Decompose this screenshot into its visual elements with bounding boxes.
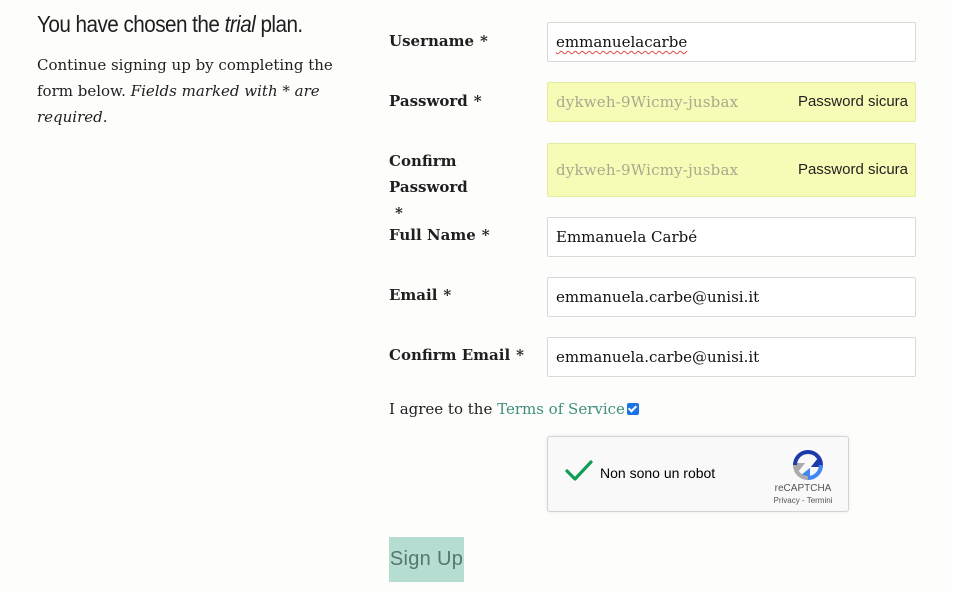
sign-up-button[interactable]: Sign Up — [389, 537, 464, 582]
required-marker: * — [395, 204, 403, 222]
password-label: Password * — [389, 88, 539, 114]
confirm-password-strength-hint[interactable]: Password sicura — [785, 144, 908, 196]
required-marker: * — [481, 226, 490, 244]
tos-row: I agree to the Terms of Service — [389, 396, 639, 422]
recaptcha-logo-icon — [792, 450, 824, 481]
full-name-label: Full Name * — [389, 222, 539, 248]
email-field[interactable]: emmanuela.carbe@unisi.it — [547, 277, 916, 317]
recaptcha-links[interactable]: Privacy - Termini — [768, 496, 838, 505]
required-marker: * — [516, 346, 525, 364]
terms-of-service-link[interactable]: Terms of Service — [497, 400, 625, 418]
confirm-password-label: Confirm Password * — [389, 148, 539, 226]
page-title: You have chosen the trial plan. — [37, 8, 307, 40]
checkmark-icon[interactable] — [564, 459, 594, 483]
confirm-email-label: Confirm Email * — [389, 342, 539, 368]
intro-section: You have chosen the trial plan. Continue… — [37, 8, 337, 130]
password-strength-hint[interactable]: Password sicura — [785, 83, 908, 121]
email-label: Email * — [389, 282, 539, 308]
required-marker: * — [480, 32, 488, 50]
recaptcha-label: Non sono un robot — [600, 465, 716, 481]
confirm-email-label-text: Confirm Email — [389, 346, 511, 364]
password-field[interactable]: dykweh-9Wicmy-jusbax Password sicura — [547, 82, 916, 122]
tos-prefix: I agree to the — [389, 400, 493, 418]
required-marker: * — [443, 286, 452, 304]
password-label-text: Password — [389, 92, 468, 110]
password-value: dykweh-9Wicmy-jusbax — [556, 93, 739, 111]
full-name-label-text: Full Name — [389, 226, 476, 244]
username-field[interactable]: emmanuelacarbe — [547, 22, 916, 62]
intro-text: Continue signing up by completing the fo… — [37, 52, 337, 130]
heading-prefix: You have chosen the — [37, 11, 220, 37]
email-label-text: Email — [389, 286, 438, 304]
confirm-password-label-text: Confirm Password — [389, 152, 468, 196]
full-name-field[interactable]: Emmanuela Carbé — [547, 217, 916, 257]
confirm-password-value: dykweh-9Wicmy-jusbax — [556, 161, 739, 179]
tos-checkbox[interactable] — [626, 403, 639, 415]
full-name-value: Emmanuela Carbé — [556, 228, 698, 246]
confirm-email-field[interactable]: emmanuela.carbe@unisi.it — [547, 337, 916, 377]
confirm-email-value: emmanuela.carbe@unisi.it — [556, 348, 760, 366]
username-label: Username * — [389, 28, 539, 54]
recaptcha-brand: reCAPTCHA — [774, 483, 832, 494]
heading-suffix: plan. — [260, 11, 303, 37]
recaptcha-widget: Non sono un robot reCAPTCHA Privacy - Te… — [547, 436, 849, 512]
plan-name: trial — [224, 11, 256, 37]
username-label-text: Username — [389, 32, 475, 50]
username-value: emmanuelacarbe — [556, 33, 688, 51]
email-value: emmanuela.carbe@unisi.it — [556, 288, 760, 306]
required-marker: * — [473, 92, 482, 110]
confirm-password-field[interactable]: dykweh-9Wicmy-jusbax Password sicura — [547, 143, 916, 197]
